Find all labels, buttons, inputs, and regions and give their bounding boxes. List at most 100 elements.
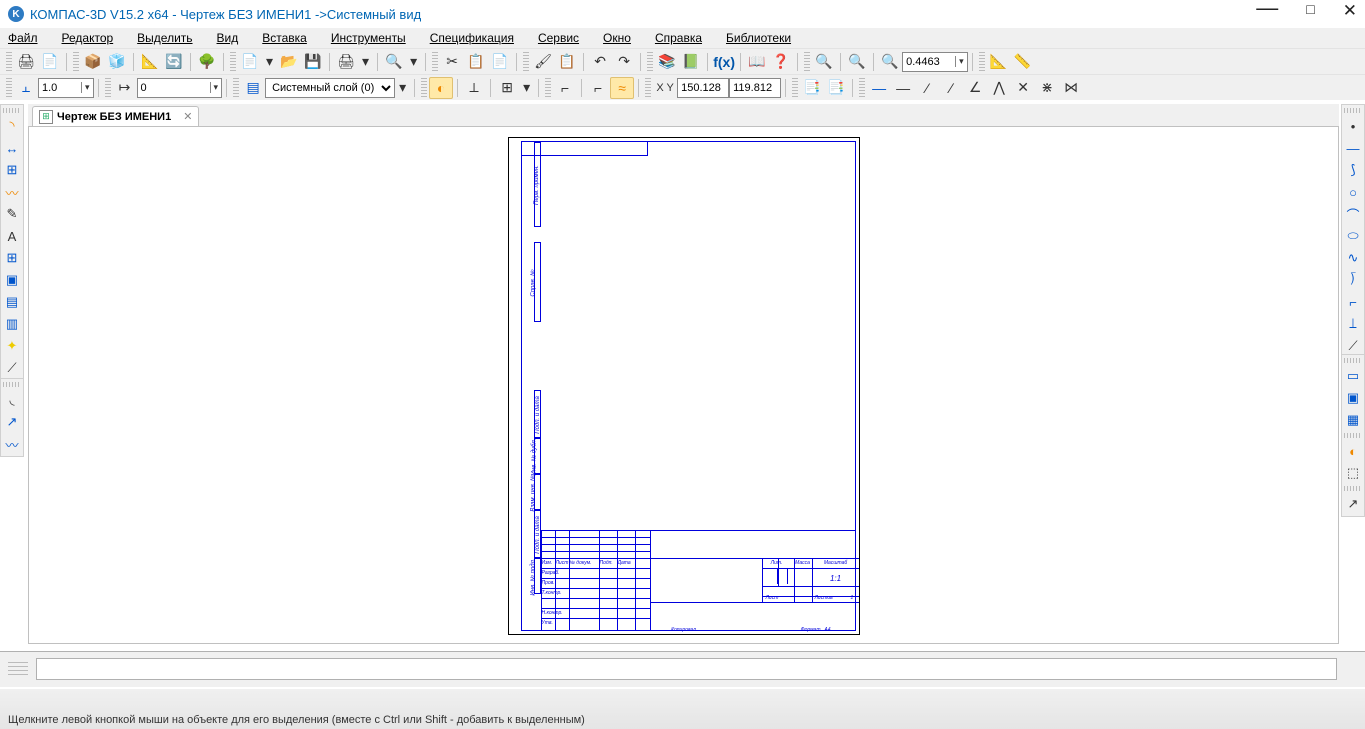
print-preview-button[interactable]: 📄 — [38, 51, 62, 73]
zoom-value[interactable]: ▾ — [902, 52, 968, 72]
dimension-icon[interactable]: ↔ — [2, 138, 22, 158]
menu-view[interactable]: Вид — [217, 31, 251, 45]
zoom-in-button[interactable]: 🔍 — [812, 51, 836, 73]
line-seg-icon[interactable]: — — [1343, 138, 1363, 158]
line9-icon[interactable]: ⋈ — [1059, 77, 1083, 99]
docs-button[interactable]: 📑 — [800, 77, 824, 99]
vec-icon[interactable]: ↗ — [1343, 494, 1363, 514]
grip[interactable] — [645, 78, 651, 98]
drawing-canvas[interactable]: Перв. примен. Справ. № Подп. и дата Инв.… — [28, 126, 1339, 644]
menu-libs[interactable]: Библиотеки — [726, 31, 803, 45]
line7-icon[interactable]: ✕ — [1011, 77, 1035, 99]
geometry-icon[interactable]: ◝ — [2, 116, 22, 136]
color-toggle-button[interactable]: ◐ — [429, 77, 453, 99]
grip[interactable] — [545, 78, 551, 98]
cut-button[interactable]: ✂ — [440, 51, 464, 73]
catalog-button[interactable]: 📗 — [679, 51, 703, 73]
maximize-button[interactable]: □ — [1306, 1, 1314, 27]
close-button[interactable]: ✕ — [1343, 1, 1357, 27]
arc2-icon[interactable]: ⌒ — [1343, 204, 1363, 224]
menu-select[interactable]: Выделить — [137, 31, 204, 45]
grip[interactable] — [421, 78, 427, 98]
wave-icon[interactable]: 〰 — [2, 434, 22, 454]
table-icon[interactable]: ⊞ — [2, 248, 22, 268]
light-icon[interactable]: ✦ — [2, 336, 22, 356]
menu-edit[interactable]: Редактор — [62, 31, 126, 45]
open-button[interactable]: 📂 — [277, 51, 301, 73]
menu-window[interactable]: Окно — [603, 31, 643, 45]
preview-button[interactable]: 🔍 — [382, 51, 406, 73]
rebuild-button[interactable]: 🔄 — [162, 51, 186, 73]
grip[interactable] — [105, 78, 111, 98]
save-button[interactable]: 💾 — [301, 51, 325, 73]
grip[interactable] — [804, 52, 810, 72]
ellipse-icon[interactable]: ⬭ — [1343, 226, 1363, 246]
grip[interactable] — [3, 108, 21, 113]
doc-icon[interactable]: ▤ — [2, 292, 22, 312]
grip[interactable] — [979, 52, 985, 72]
redo-button[interactable]: ↷ — [612, 51, 636, 73]
group-icon[interactable]: ▣ — [1343, 388, 1363, 408]
title-block[interactable]: Изм. Лист № докум. Подп. Дата Разраб. Пр… — [522, 530, 855, 630]
layers-button[interactable]: ▤ — [241, 77, 265, 99]
whatsthis-button[interactable]: ❓ — [769, 51, 793, 73]
grip[interactable] — [3, 382, 21, 387]
coord-x-input[interactable] — [677, 78, 729, 98]
menu-service[interactable]: Сервис — [538, 31, 591, 45]
explode-button[interactable]: 📐 — [138, 51, 162, 73]
curve-icon[interactable]: ◟ — [2, 390, 22, 410]
bezier-icon[interactable]: ⟌ — [1343, 270, 1363, 290]
grip[interactable] — [523, 52, 529, 72]
text-icon[interactable]: ✎ — [2, 204, 22, 224]
line4-icon[interactable]: ∕ — [939, 77, 963, 99]
step-icon[interactable]: ↦ — [113, 77, 137, 99]
paint-icon[interactable]: ◐ — [1343, 441, 1363, 461]
grip[interactable] — [1344, 358, 1362, 363]
paste-button[interactable]: 📄 — [488, 51, 512, 73]
round-toggle-button[interactable]: ≈ — [610, 77, 634, 99]
doc2-icon[interactable]: ▥ — [2, 314, 22, 334]
chamfer2-icon[interactable]: ⟘ — [1343, 314, 1363, 334]
line1-icon[interactable]: — — [867, 77, 891, 99]
grip[interactable] — [1344, 108, 1362, 113]
print2-button[interactable]: 🖨 — [334, 51, 358, 73]
spline-icon[interactable]: ∿ — [1343, 248, 1363, 268]
grip[interactable] — [230, 52, 236, 72]
step-dd[interactable]: ▾ — [137, 78, 223, 98]
arrow-icon[interactable]: ↗ — [2, 412, 22, 432]
rect-icon[interactable]: ▭ — [1343, 366, 1363, 386]
grip[interactable] — [8, 662, 28, 678]
ortho2-button[interactable]: ⌐ — [586, 77, 610, 99]
arc-icon[interactable]: ⟆ — [1343, 160, 1363, 180]
line8-icon[interactable]: ⋇ — [1035, 77, 1059, 99]
docs2-button[interactable]: 📑 — [824, 77, 848, 99]
layer-dd[interactable]: ▾ — [395, 77, 410, 99]
copy-button[interactable]: 📋 — [464, 51, 488, 73]
command-input[interactable] — [36, 658, 1337, 680]
preview-dd[interactable]: ▾ — [406, 51, 421, 73]
library-button[interactable]: 📚 — [655, 51, 679, 73]
chamfer-icon[interactable]: ⌐ — [1343, 292, 1363, 312]
grip[interactable] — [792, 78, 798, 98]
zoom-input[interactable] — [903, 53, 955, 71]
step-input[interactable] — [138, 79, 210, 97]
menu-spec[interactable]: Спецификация — [430, 31, 526, 45]
drawing-prefs-button[interactable]: 📐 — [987, 51, 1011, 73]
menu-help[interactable]: Справка — [655, 31, 714, 45]
measure-icon[interactable]: ⟋ — [2, 358, 22, 378]
fill-icon[interactable]: ▦ — [1343, 410, 1363, 430]
chevron-down-icon[interactable]: ▾ — [210, 82, 222, 93]
variable-button[interactable]: f(x) — [712, 51, 736, 73]
new-button[interactable]: 📄 — [238, 51, 262, 73]
part-button[interactable]: 📦 — [81, 51, 105, 73]
break-icon[interactable]: ⟋ — [1343, 336, 1363, 356]
chevron-down-icon[interactable]: ▾ — [955, 56, 967, 67]
line6-icon[interactable]: ⋀ — [987, 77, 1011, 99]
grip[interactable] — [432, 52, 438, 72]
hatch-icon[interactable]: ⊞ — [2, 160, 22, 180]
ortho1-button[interactable]: ⌐ — [553, 77, 577, 99]
line3-icon[interactable]: ⁄ — [915, 77, 939, 99]
circle-icon[interactable]: ○ — [1343, 182, 1363, 202]
units-button[interactable]: 📏 — [1011, 51, 1035, 73]
assembly-button[interactable]: 🧊 — [105, 51, 129, 73]
